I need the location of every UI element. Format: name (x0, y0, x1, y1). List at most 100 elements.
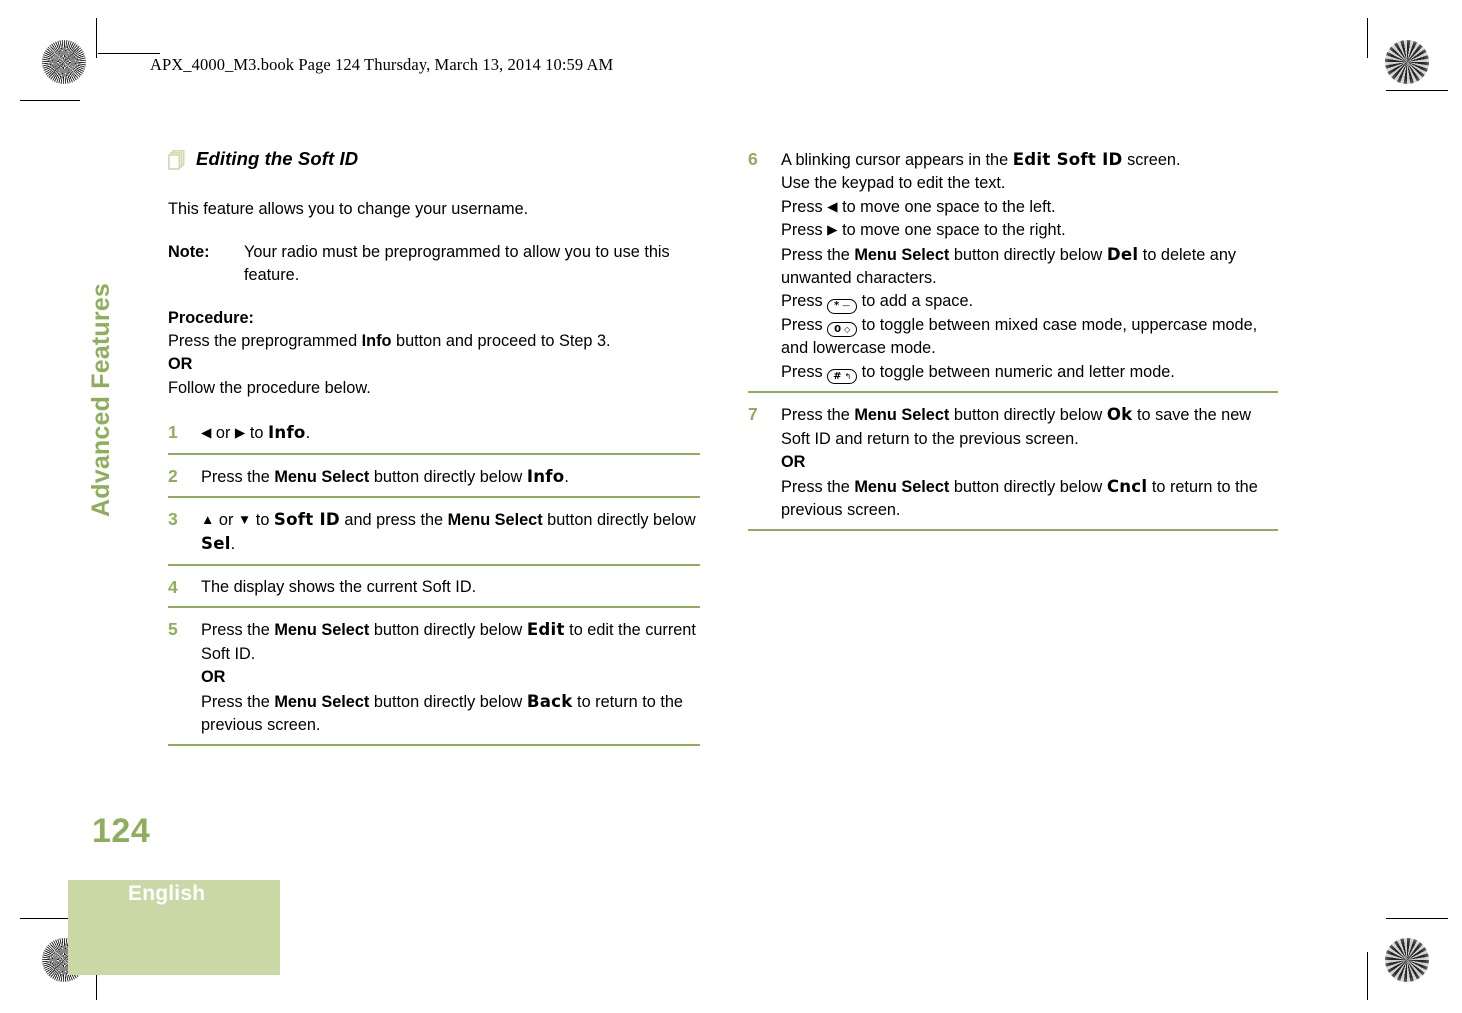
step-text: . (564, 467, 569, 486)
step-text: . (230, 535, 236, 554)
step-text: Press the (201, 621, 275, 640)
step-text: to move one space to the right. (837, 221, 1066, 240)
screen-label-text: Sel (201, 534, 231, 554)
nav-arrow-icon: ▶ (234, 425, 246, 441)
crop-rule-top-left-vertical (96, 18, 98, 58)
crop-rule-bottom-right-horizontal (1386, 918, 1448, 920)
step-text: The display shows the current Soft ID. (201, 577, 477, 596)
step-text: Press (781, 221, 828, 240)
step-text: . (305, 424, 311, 443)
chapter-title: Advanced Features (87, 282, 115, 517)
screen-label-text: Back (526, 691, 573, 711)
step-text: to (245, 424, 268, 443)
step-text: and press the (339, 511, 448, 530)
step-text: button directly below (949, 245, 1107, 264)
screen-label-text: Edit Soft ID (1012, 150, 1123, 169)
screen-label-text: Ok (1106, 405, 1133, 425)
note-block: Note: Your radio must be preprogrammed t… (168, 241, 700, 288)
step-text: Press the (781, 245, 855, 264)
step-text: Press the (201, 467, 275, 486)
procedure-line-1-a: Press the preprogrammed (168, 332, 362, 351)
registration-crosshair-top-left-inner (35, 100, 81, 146)
step-text: screen. (1122, 151, 1181, 169)
step-item: 6 A blinking cursor appears in the Edit S… (748, 148, 1278, 394)
registration-crosshair-top-left (95, 37, 141, 83)
note-text: Your radio must be preprogrammed to allo… (244, 242, 670, 285)
procedure-label: Procedure: (168, 308, 254, 327)
step-number: 4 (168, 576, 178, 597)
step-text: to add a space. (857, 292, 974, 311)
emphasis-text: Menu Select (447, 511, 543, 530)
crop-rule-top-right-horizontal (1386, 90, 1448, 92)
section-heading-text: Editing the Soft ID (196, 148, 359, 169)
step-text: Press the (781, 477, 855, 496)
step-number: 5 (168, 619, 178, 640)
step-body: A blinking cursor appears in the Edit So… (781, 148, 1278, 385)
star-key-icon: * — (827, 298, 858, 314)
step-text: A blinking cursor appears in the (781, 151, 1013, 169)
nav-arrow-icon: ▼ (237, 512, 252, 528)
registration-starburst-top-left (42, 40, 86, 84)
screen-label-text: Info (267, 423, 306, 443)
step-text: button directly below (949, 406, 1107, 425)
procedure-line-2: Follow the procedure below. (168, 378, 371, 397)
step-text: Use the keypad to edit the text. (781, 174, 1006, 193)
step-number: 7 (748, 404, 758, 425)
step-text: button directly below (369, 692, 527, 711)
step-item: 2 Press the Menu Select button directly b… (168, 465, 700, 499)
stacked-pages-icon (168, 150, 187, 178)
registration-crosshair-bottom-center (708, 935, 754, 981)
step-text: button directly below (949, 477, 1107, 496)
screen-label-text: Cncl (1106, 476, 1148, 496)
step-item: 3 ▲ or ▼ to Soft ID and press the Menu Se… (168, 508, 700, 566)
emphasis-text: OR (781, 453, 806, 472)
step-item: 7 Press the Menu Select button directly b… (748, 403, 1278, 532)
emphasis-text: Menu Select (274, 692, 370, 711)
registration-crosshair-top-right (1313, 37, 1359, 83)
step-body: The display shows the current Soft ID. (201, 576, 700, 599)
step-text: Press (781, 362, 828, 381)
step-item: 1 ◀ or ▶ to Info. (168, 421, 700, 455)
registration-starburst-bottom-right (1385, 938, 1429, 982)
procedure-line-1: Press the preprogrammed Info button and … (168, 330, 700, 353)
emphasis-text: Menu Select (854, 477, 950, 496)
intro-paragraph: This feature allows you to change your u… (168, 200, 529, 219)
step-text: Press the (201, 692, 275, 711)
right-column: 6 A blinking cursor appears in the Edit S… (748, 148, 1278, 541)
step-number: 6 (748, 149, 758, 169)
book-header-line: APX_4000_M3.book Page 124 Thursday, Marc… (150, 55, 614, 74)
step-text: or (211, 424, 235, 443)
registration-crosshair-mid-right (1385, 482, 1431, 528)
crop-rule-bottom-right-vertical (1367, 952, 1369, 1000)
step-body: ▲ or ▼ to Soft ID and press the Menu Sel… (201, 508, 700, 557)
left-column: Editing the Soft ID This feature allows … (168, 148, 700, 756)
registration-starburst-top-right (1385, 40, 1429, 84)
emphasis-text: OR (201, 668, 226, 687)
emphasis-text: Menu Select (854, 245, 950, 264)
zero-key-icon: 0 ◇ (827, 322, 858, 338)
nav-arrow-icon: ▶ (827, 222, 838, 238)
step-text: Press the (781, 406, 855, 425)
nav-arrow-icon: ◀ (827, 198, 838, 214)
step-item: 5 Press the Menu Select button directly b… (168, 618, 700, 747)
procedure-info-button: Info (361, 332, 392, 351)
step-item: 4 The display shows the current Soft ID. (168, 576, 700, 609)
step-text: Press (781, 315, 828, 334)
emphasis-text: Menu Select (274, 467, 370, 486)
screen-label-text: Info (526, 466, 565, 486)
emphasis-text: Menu Select (854, 406, 950, 425)
step-text: Press (781, 292, 828, 311)
note-label: Note: (168, 242, 210, 261)
pound-key-icon: # ↰ (827, 369, 858, 385)
screen-label-text: Edit (526, 620, 565, 640)
step-body: Press the Menu Select button directly be… (201, 618, 700, 737)
registration-crosshair-top-right-inner (1385, 100, 1431, 146)
nav-arrow-icon: ▲ (201, 512, 215, 528)
step-text: button directly below (542, 511, 696, 530)
step-text: or (214, 511, 238, 530)
crop-rule-top-right-vertical (1367, 18, 1369, 58)
step-text: to toggle between numeric and letter mod… (857, 362, 1175, 381)
step-body: Press the Menu Select button directly be… (781, 403, 1278, 522)
page-number: 124 (92, 812, 151, 850)
language-tab-label: English (128, 882, 206, 905)
